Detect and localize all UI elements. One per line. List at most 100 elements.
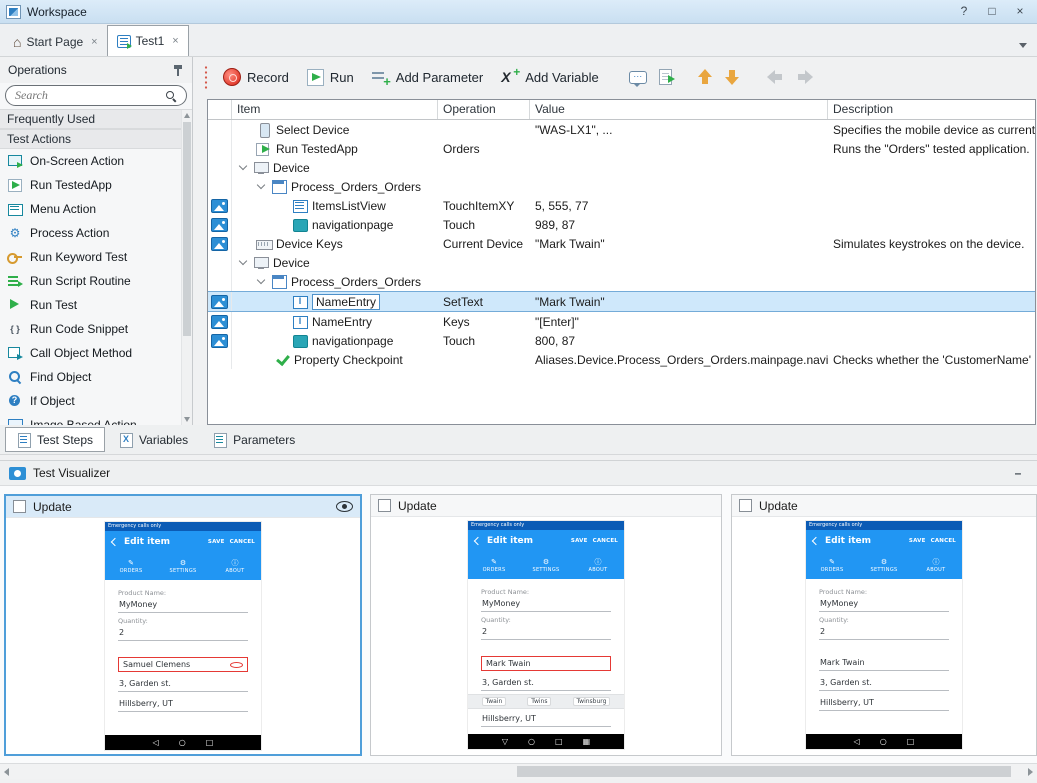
tab-start-page[interactable]: ⌂ Start Page × [4, 27, 107, 56]
tab-test1[interactable]: Test1 × [107, 25, 189, 56]
visualizer-screenshot[interactable]: Emergency calls only Edit item SAVE CANC… [732, 517, 1036, 755]
sidebar-item-onscreen-action[interactable]: On-Screen Action [0, 149, 192, 173]
search-box[interactable] [5, 85, 187, 106]
horizontal-scrollbar[interactable] [0, 763, 1037, 779]
scroll-right-icon[interactable] [1028, 768, 1033, 776]
visualizer-screenshot[interactable]: Emergency calls only Edit item SAVE CANC… [371, 517, 721, 755]
record-button[interactable]: Record [216, 64, 296, 90]
indent-right-button[interactable] [791, 66, 819, 89]
indent-left-button[interactable] [761, 66, 789, 89]
table-row[interactable]: ItemsListView TouchItemXY 5, 555, 77 [208, 196, 1035, 215]
table-row[interactable]: navigationpage Touch 800, 87 [208, 331, 1035, 350]
sidebar-item-run-keyword-test[interactable]: Run Keyword Test [0, 245, 192, 269]
update-checkbox[interactable] [739, 499, 752, 512]
table-row[interactable]: NameEntry Keys "[Enter]" [208, 312, 1035, 331]
sidebar-item-image-based-action[interactable]: Image Based Action [0, 413, 192, 425]
sidebar-item-run-test[interactable]: Run Test [0, 293, 192, 317]
tab-parameters[interactable]: Parameters [202, 427, 306, 452]
sidebar-item-call-object-method[interactable]: Call Object Method [0, 341, 192, 365]
column-header-item[interactable]: Item [232, 100, 438, 119]
chevron-down-icon[interactable] [238, 257, 249, 268]
scroll-up-icon[interactable] [184, 113, 190, 118]
visualizer-panel-header: Update [371, 495, 721, 517]
scroll-down-icon[interactable] [184, 417, 190, 422]
visualizer-panel[interactable]: Update Emergency calls only Edit item SA… [731, 494, 1037, 756]
arrow-down-icon [725, 68, 740, 86]
eye-icon[interactable] [336, 501, 353, 512]
add-comment-button[interactable]: ··· [624, 67, 652, 88]
script-icon [7, 274, 23, 288]
sidebar-item-process-action[interactable]: ⚙Process Action [0, 221, 192, 245]
move-down-button[interactable] [720, 64, 745, 90]
sidebar-item-run-script-routine[interactable]: Run Script Routine [0, 269, 192, 293]
close-tab-icon[interactable]: × [91, 36, 97, 48]
table-row[interactable]: Process_Orders_Orders [208, 272, 1035, 291]
item-name-editbox[interactable]: NameEntry [312, 294, 380, 310]
android-recents-icon: □ [907, 734, 915, 749]
add-parameter-button[interactable]: Add Parameter [365, 66, 490, 89]
visualizer-panel-header: Update [732, 495, 1036, 517]
table-row[interactable]: Device [208, 158, 1035, 177]
table-row[interactable]: Run TestedApp Orders Runs the "Orders" t… [208, 139, 1035, 158]
window-icon [271, 180, 287, 193]
table-row[interactable]: Device [208, 253, 1035, 272]
table-row[interactable]: Device Keys Current Device "Mark Twain" … [208, 234, 1035, 253]
scroll-left-icon[interactable] [4, 768, 9, 776]
tab-variables[interactable]: Variables [108, 427, 199, 452]
scrollbar-thumb[interactable] [183, 122, 191, 336]
tab-list-chevron-icon[interactable] [1019, 43, 1027, 48]
visualizer-screenshot[interactable]: Emergency calls only Edit item SAVE CANC… [6, 518, 360, 754]
table-row[interactable]: navigationpage Touch 989, 87 [208, 215, 1035, 234]
update-label: Update [398, 499, 437, 513]
visualizer-panel[interactable]: Update Emergency calls only Edit item SA… [370, 494, 722, 756]
visualizer-thumb-icon[interactable] [211, 295, 228, 309]
group-test-actions[interactable]: Test Actions [0, 129, 192, 149]
sidebar-item-find-object[interactable]: Find Object [0, 365, 192, 389]
table-row[interactable]: Process_Orders_Orders [208, 177, 1035, 196]
sidebar-scrollbar[interactable] [181, 110, 192, 425]
add-variable-button[interactable]: XAdd Variable [494, 65, 605, 89]
visualizer-thumb-icon[interactable] [211, 218, 228, 232]
run-button[interactable]: Run [300, 65, 361, 90]
visualizer-thumb-icon[interactable] [211, 237, 228, 251]
move-up-button[interactable] [693, 64, 718, 90]
window-icon [271, 275, 287, 288]
help-button[interactable]: ? [953, 3, 975, 21]
pin-icon[interactable] [172, 64, 184, 76]
visualizer-thumb-icon[interactable] [211, 334, 228, 348]
visualizer-thumb-icon[interactable] [211, 199, 228, 213]
select-device-icon [256, 123, 272, 136]
minimize-visualizer-button[interactable]: – [1008, 466, 1028, 480]
group-frequently-used[interactable]: Frequently Used [0, 109, 192, 129]
table-row-selected[interactable]: NameEntry SetText "Mark Twain" [208, 291, 1035, 312]
column-header-operation[interactable]: Operation [438, 100, 530, 119]
chevron-down-icon[interactable] [256, 181, 267, 192]
close-button[interactable]: × [1009, 3, 1031, 21]
chevron-down-icon[interactable] [256, 276, 267, 287]
table-row[interactable]: Property Checkpoint Aliases.Device.Proce… [208, 350, 1035, 369]
visualizer-header: Test Visualizer – [0, 460, 1037, 486]
add-parameter-icon [372, 70, 390, 85]
toolbar-drag-handle[interactable] [204, 65, 208, 89]
parameters-icon [213, 433, 227, 447]
visualizer-panel[interactable]: Update Emergency calls only Edit item SA… [4, 494, 362, 756]
sidebar-item-run-code-snippet[interactable]: { }Run Code Snippet [0, 317, 192, 341]
visualizer-thumb-icon[interactable] [211, 315, 228, 329]
gutter-cell [208, 253, 232, 272]
chevron-down-icon[interactable] [238, 162, 249, 173]
sidebar-item-menu-action[interactable]: Menu Action [0, 197, 192, 221]
restore-button[interactable]: □ [981, 3, 1003, 21]
update-checkbox[interactable] [378, 499, 391, 512]
scrollbar-thumb[interactable] [517, 766, 1011, 777]
update-checkbox[interactable] [13, 500, 26, 513]
sidebar-item-run-testedapp[interactable]: Run TestedApp [0, 173, 192, 197]
copy-step-button[interactable] [654, 65, 677, 89]
close-tab-icon[interactable]: × [172, 35, 178, 47]
column-header-value[interactable]: Value [530, 100, 828, 119]
tab-test-steps[interactable]: Test Steps [5, 427, 105, 452]
column-header-description[interactable]: Description [828, 100, 1035, 119]
search-input[interactable] [15, 88, 161, 103]
table-row[interactable]: Select Device "WAS-LX1", ... Specifies t… [208, 120, 1035, 139]
tab-label: Test1 [136, 34, 165, 48]
sidebar-item-if-object[interactable]: If Object [0, 389, 192, 413]
